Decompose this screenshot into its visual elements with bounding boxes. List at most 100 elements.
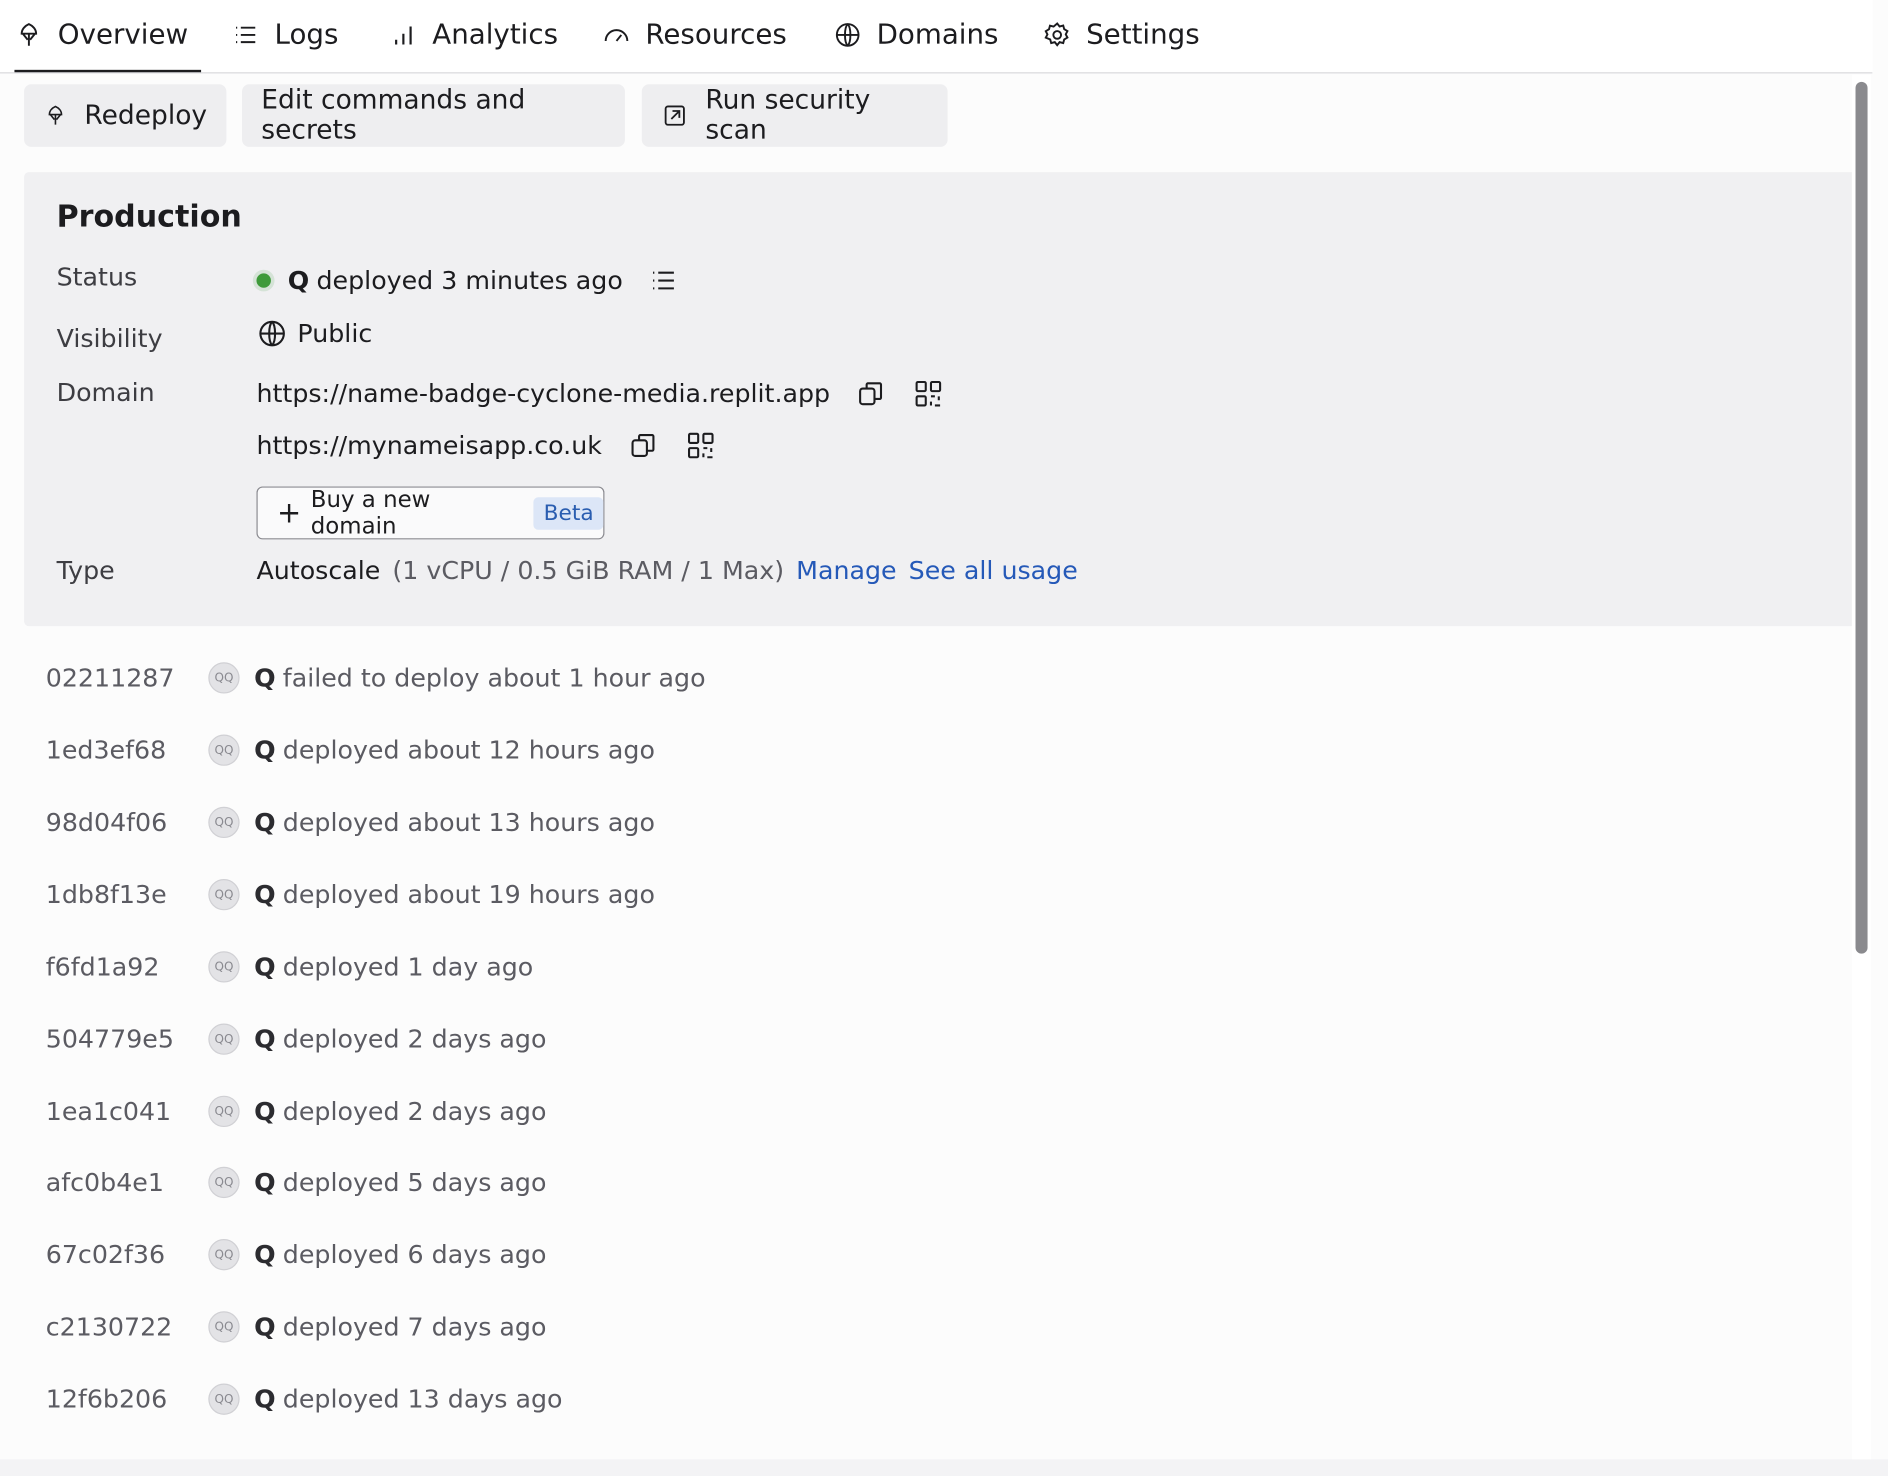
- bar-chart-icon: [395, 26, 412, 45]
- tab-logs[interactable]: Logs: [231, 0, 338, 70]
- list-item[interactable]: 1db8f13e QQ Q deployed about 19 hours ag…: [46, 871, 655, 919]
- edit-commands-button[interactable]: Edit commands and secrets: [242, 84, 625, 147]
- list-item[interactable]: 1ed3ef68 QQ Q deployed about 12 hours ag…: [46, 726, 655, 774]
- tab-label: Overview: [57, 19, 189, 51]
- history-text: deployed 5 days ago: [282, 1167, 547, 1197]
- commit-hash: 12f6b206: [45, 1384, 168, 1414]
- plus-icon: +: [276, 496, 302, 530]
- commit-hash: 1ed3ef68: [45, 735, 167, 765]
- avatar: QQ: [208, 1239, 240, 1271]
- history-user: Q: [254, 1167, 276, 1197]
- button-label: Redeploy: [84, 100, 208, 131]
- avatar: QQ: [208, 951, 240, 983]
- avatar: QQ: [208, 1095, 240, 1128]
- history-text: deployed 7 days ago: [282, 1312, 547, 1342]
- commit-hash: 504779e5: [45, 1024, 174, 1054]
- history-text: deployed 13 days ago: [282, 1384, 563, 1414]
- qr-code-icon[interactable]: [684, 429, 718, 463]
- bottom-edge: [0, 1459, 1888, 1476]
- tab-label: Logs: [274, 19, 339, 51]
- card-title: Production: [56, 198, 242, 234]
- tab-label: Resources: [645, 19, 787, 51]
- history-text: deployed 6 days ago: [282, 1240, 547, 1270]
- button-label: Run security scan: [705, 85, 871, 146]
- history-user: Q: [254, 1384, 276, 1414]
- status-value: Q deployed 3 minutes ago: [256, 264, 680, 298]
- history-user: Q: [254, 735, 276, 765]
- tab-domains[interactable]: Domains: [833, 0, 998, 70]
- list-item[interactable]: afc0b4e1 QQ Q deployed 5 days ago: [46, 1158, 547, 1206]
- list-item[interactable]: 02211287 QQ Q failed to deploy about 1 h…: [46, 654, 706, 702]
- globe-icon: [835, 23, 860, 47]
- gauge-icon: [604, 29, 629, 42]
- rocket-icon: [20, 23, 38, 46]
- list-item[interactable]: 98d04f06 QQ Q deployed about 13 hours ag…: [46, 798, 655, 846]
- avatar: QQ: [208, 1166, 240, 1199]
- redeploy-button[interactable]: Redeploy: [24, 84, 227, 147]
- list-item[interactable]: 12f6b206 QQ Q deployed 13 days ago: [46, 1375, 563, 1423]
- list-item[interactable]: f6fd1a92 QQ Q deployed 1 day ago: [46, 943, 534, 991]
- globe-icon: [259, 320, 285, 347]
- commit-hash: c2130722: [45, 1312, 173, 1342]
- status-text: deployed 3 minutes ago: [316, 266, 623, 296]
- scrollbar-thumb[interactable]: [1855, 81, 1868, 954]
- qr-code-icon[interactable]: [912, 377, 946, 411]
- deployment-panel: Overview Logs Analytics Resources Domain…: [0, 0, 1888, 1476]
- avatar: QQ: [208, 806, 240, 839]
- visibility-label: Visibility: [56, 323, 163, 353]
- status-user: Q: [287, 266, 310, 296]
- history-user: Q: [254, 1024, 276, 1054]
- copy-icon[interactable]: [626, 429, 660, 463]
- commit-hash: f6fd1a92: [45, 952, 160, 982]
- security-scan-button[interactable]: Run security scan: [641, 84, 948, 147]
- usage-link[interactable]: See all usage: [909, 556, 1078, 585]
- tab-overview[interactable]: Overview: [14, 0, 202, 73]
- buy-domain-button[interactable]: + Buy a new domain Beta: [256, 486, 605, 540]
- history-text: deployed 2 days ago: [282, 1024, 547, 1054]
- view-logs-icon[interactable]: [647, 264, 681, 298]
- rocket-icon: [48, 105, 63, 125]
- history-user: Q: [254, 1240, 276, 1270]
- domain-link[interactable]: https://mynameisapp.co.uk: [256, 431, 601, 460]
- avatar: QQ: [208, 1311, 240, 1343]
- external-link-icon: [664, 105, 685, 126]
- history-text: deployed about 12 hours ago: [282, 735, 655, 765]
- type-label: Type: [56, 556, 115, 586]
- avatar: QQ: [208, 734, 240, 766]
- tab-label: Analytics: [432, 19, 559, 51]
- history-text: deployed about 19 hours ago: [282, 880, 655, 910]
- tab-bar: Overview Logs Analytics Resources Domain…: [0, 0, 1873, 74]
- list-item[interactable]: c2130722 QQ Q deployed 7 days ago: [46, 1303, 547, 1351]
- avatar: QQ: [208, 1383, 240, 1415]
- list-item[interactable]: 67c02f36 QQ Q deployed 6 days ago: [46, 1231, 547, 1279]
- tab-resources[interactable]: Resources: [602, 0, 787, 70]
- commit-hash: 1db8f13e: [45, 880, 167, 910]
- beta-badge: Beta: [533, 496, 604, 530]
- history-user: Q: [254, 952, 276, 982]
- button-label: Edit commands and secrets: [261, 85, 526, 146]
- list-item[interactable]: 1ea1c041 QQ Q deployed 2 days ago: [46, 1087, 547, 1135]
- commit-hash: 1ea1c041: [45, 1096, 172, 1126]
- manage-link[interactable]: Manage: [796, 556, 896, 585]
- status-dot-icon: [256, 273, 271, 288]
- type-detail: (1 vCPU / 0.5 GiB RAM / 1 Max): [392, 556, 785, 586]
- history-user: Q: [254, 880, 276, 910]
- type-row: Autoscale (1 vCPU / 0.5 GiB RAM / 1 Max)…: [256, 556, 1077, 585]
- tab-analytics[interactable]: Analytics: [389, 0, 558, 70]
- list-item[interactable]: 504779e5 QQ Q deployed 2 days ago: [46, 1015, 547, 1063]
- history-text: failed to deploy about 1 hour ago: [282, 663, 706, 693]
- gear-icon: [1044, 22, 1069, 47]
- tab-settings[interactable]: Settings: [1043, 0, 1200, 70]
- history-user: Q: [254, 1096, 276, 1126]
- visibility-text: Public: [297, 319, 373, 348]
- type-value: Autoscale: [256, 556, 381, 586]
- domain-row: https://name-badge-cyclone-media.replit.…: [256, 377, 945, 411]
- button-label: Buy a new domain: [310, 486, 431, 540]
- history-user: Q: [254, 807, 276, 837]
- status-label: Status: [56, 262, 138, 292]
- domain-link[interactable]: https://name-badge-cyclone-media.replit.…: [256, 379, 830, 408]
- history-user: Q: [254, 1312, 276, 1342]
- domain-label: Domain: [56, 378, 155, 407]
- avatar: QQ: [208, 1023, 240, 1055]
- copy-icon[interactable]: [854, 377, 888, 411]
